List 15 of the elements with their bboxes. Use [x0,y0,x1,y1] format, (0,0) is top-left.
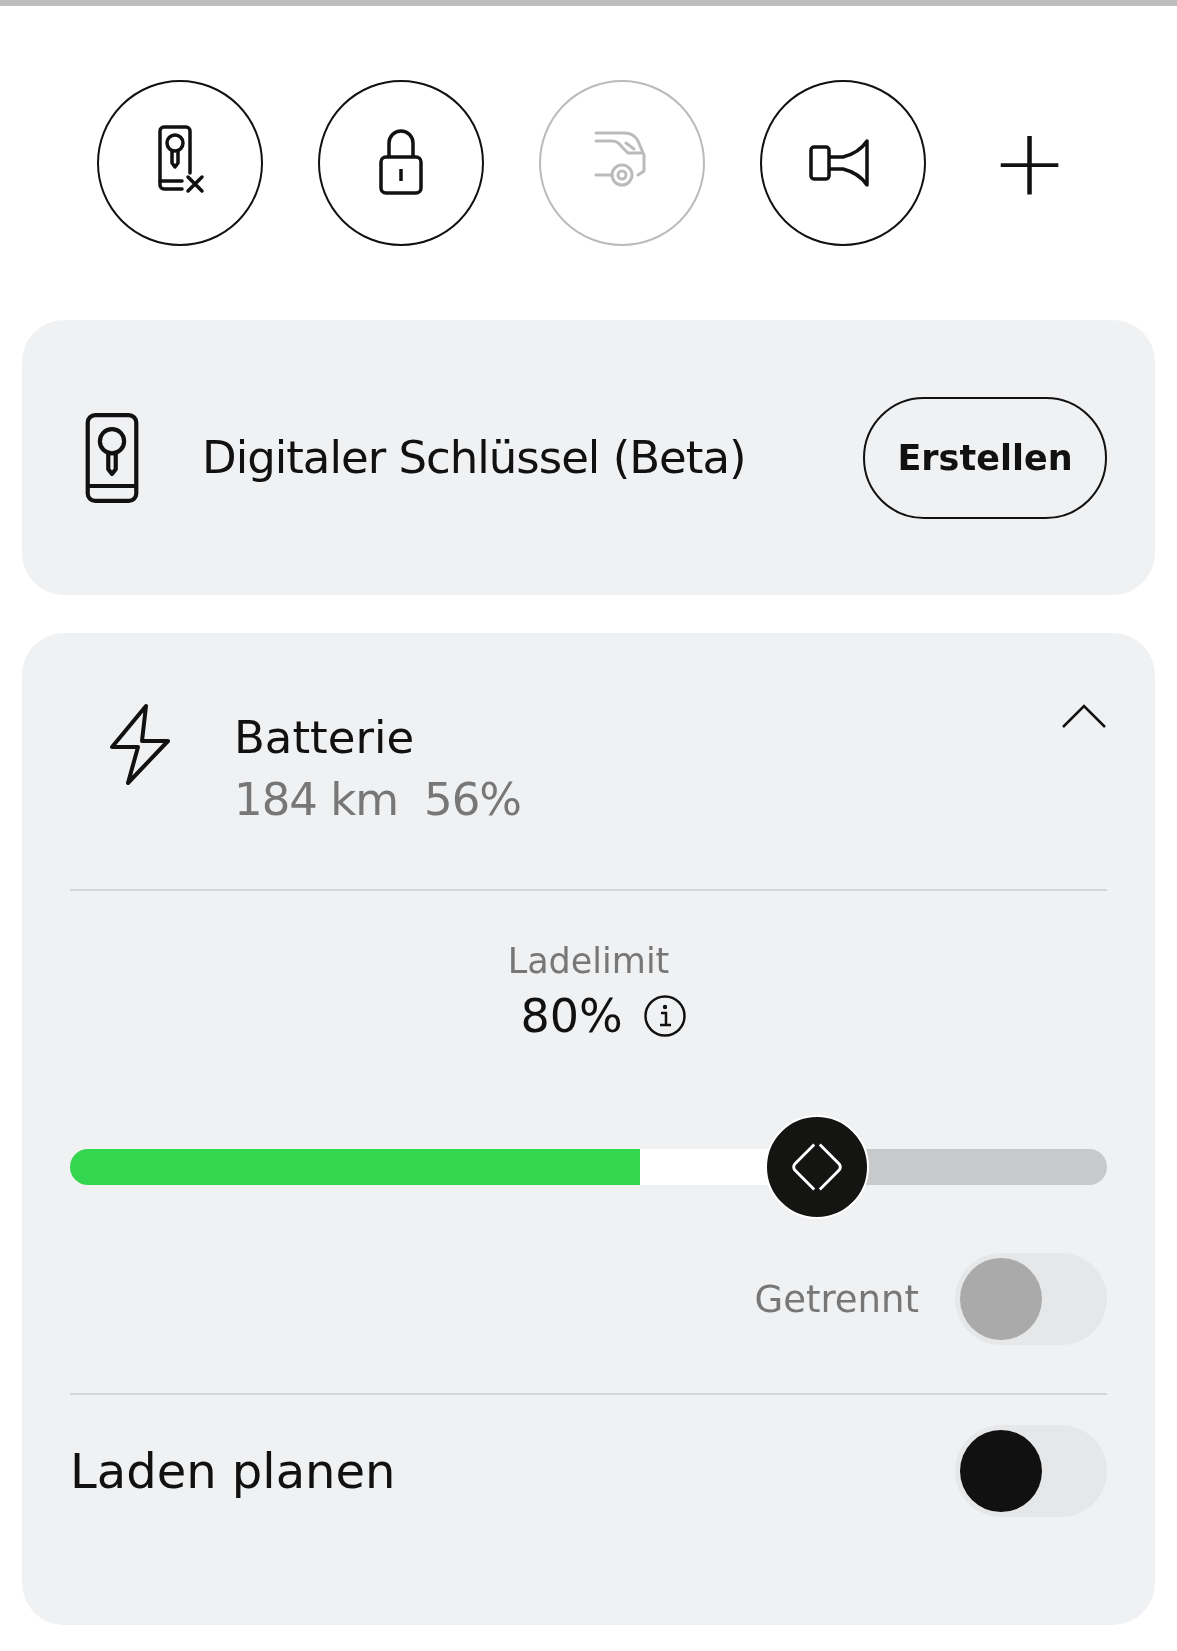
charge-limit-value: 80% [520,989,623,1043]
info-button[interactable] [642,994,687,1038]
range-text: 184 km [234,772,399,828]
battery-percent: 56% [424,772,522,828]
connection-status: Getrennt [754,1277,919,1321]
add-button[interactable]: + [991,117,1069,209]
charge-limit-label: Ladelimit [507,941,670,981]
phone-key-icon [84,410,140,505]
create-button[interactable]: Erstellen [863,396,1107,519]
chevron-up-icon[interactable] [1061,703,1107,729]
schedule-charging-label: Laden planen [70,1443,396,1499]
battery-title: Batterie [234,710,416,766]
charge-limit-slider[interactable] [70,1115,1107,1219]
digital-key-title: Digitaler Schlüssel (Beta) [202,431,747,484]
lightning-icon [108,703,172,787]
